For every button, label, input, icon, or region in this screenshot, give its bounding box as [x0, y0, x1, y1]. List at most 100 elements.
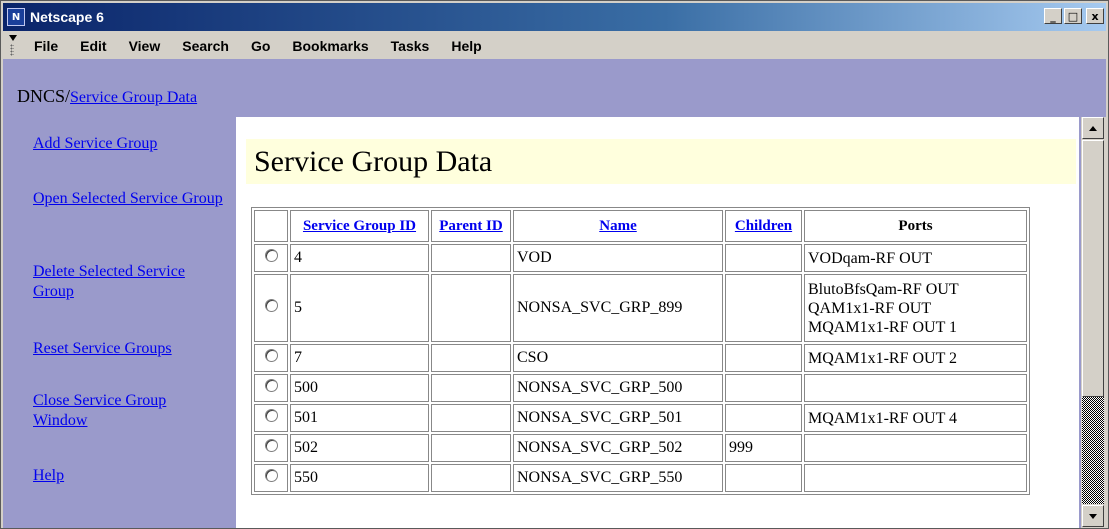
- menu-go[interactable]: Go: [251, 38, 270, 54]
- menu-bookmarks[interactable]: Bookmarks: [292, 38, 368, 54]
- row-select-cell: [254, 344, 288, 372]
- sort-children[interactable]: Children: [735, 218, 792, 234]
- table-row: 501 NONSA_SVC_GRP_501 MQAM1x1-RF OUT 4: [254, 404, 1027, 432]
- header-children: Children: [725, 210, 802, 242]
- menu-help[interactable]: Help: [451, 38, 481, 54]
- menu-edit[interactable]: Edit: [80, 38, 106, 54]
- sort-service-group-id[interactable]: Service Group ID: [303, 218, 416, 234]
- menu-view[interactable]: View: [129, 38, 161, 54]
- window-title: Netscape 6: [30, 9, 104, 25]
- menu-file[interactable]: File: [34, 38, 58, 54]
- port-entry: MQAM1x1-RF OUT 2: [808, 349, 958, 367]
- row-select-cell: [254, 244, 288, 272]
- parent-id-cell: [431, 404, 511, 432]
- minimize-button[interactable]: _: [1044, 8, 1062, 24]
- row-radio-button[interactable]: [264, 249, 278, 262]
- sort-parent-id[interactable]: Parent ID: [439, 218, 502, 234]
- close-button[interactable]: x: [1086, 8, 1104, 24]
- close-service-group-window-link[interactable]: Close Service Group Window: [33, 391, 223, 431]
- ports-cell: [804, 464, 1027, 492]
- row-radio-button[interactable]: [264, 469, 278, 482]
- maximize-button[interactable]: □: [1064, 8, 1082, 24]
- browser-window: N Netscape 6 _ □ x File Edit View Search…: [0, 0, 1109, 529]
- parent-id-cell: [431, 434, 511, 462]
- menu-tasks[interactable]: Tasks: [391, 38, 430, 54]
- table-row: 7 CSO MQAM1x1-RF OUT 2: [254, 344, 1027, 372]
- table-row: 500 NONSA_SVC_GRP_500: [254, 374, 1027, 402]
- row-radio-button[interactable]: [264, 349, 278, 362]
- service-group-id-cell: 502: [290, 434, 429, 462]
- ports-cell: [804, 434, 1027, 462]
- help-link[interactable]: Help: [33, 466, 223, 486]
- header-name: Name: [513, 210, 723, 242]
- children-cell: [725, 244, 802, 272]
- row-select-cell: [254, 404, 288, 432]
- row-select-cell: [254, 274, 288, 342]
- table-row: 502 NONSA_SVC_GRP_502 999: [254, 434, 1027, 462]
- service-group-id-cell: 7: [290, 344, 429, 372]
- table-row: 5 NONSA_SVC_GRP_899 BlutoBfsQam-RF OUT QAM1…: [254, 274, 1027, 342]
- header-ports: Ports: [804, 210, 1027, 242]
- name-cell: NONSA_SVC_GRP_550: [513, 464, 723, 492]
- row-select-cell: [254, 374, 288, 402]
- scroll-down-arrow-icon[interactable]: [1082, 505, 1104, 527]
- name-cell: NONSA_SVC_GRP_500: [513, 374, 723, 402]
- port-entry: QAM1x1-RF OUT: [808, 299, 932, 317]
- delete-selected-service-group-link[interactable]: Delete Selected Service Group: [33, 262, 223, 302]
- row-select-cell: [254, 434, 288, 462]
- children-cell: 999: [725, 434, 802, 462]
- name-cell: VOD: [513, 244, 723, 272]
- table-header-row: Service Group ID Parent ID Name Children…: [254, 210, 1027, 242]
- parent-id-cell: [431, 244, 511, 272]
- breadcrumb-link[interactable]: Service Group Data: [70, 89, 197, 106]
- parent-id-cell: [431, 344, 511, 372]
- main-frame: Service Group Data Service Group ID Pare…: [236, 117, 1079, 528]
- row-radio-button[interactable]: [264, 299, 278, 312]
- page-title: Service Group Data: [246, 139, 1076, 184]
- children-cell: [725, 464, 802, 492]
- title-bar: N Netscape 6 _ □ x: [3, 3, 1106, 31]
- header-service-group-id: Service Group ID: [290, 210, 429, 242]
- children-cell: [725, 404, 802, 432]
- toolbar-grip-icon[interactable]: [9, 34, 17, 57]
- ports-cell: MQAM1x1-RF OUT 2: [804, 344, 1027, 372]
- service-group-table: Service Group ID Parent ID Name Children…: [251, 207, 1030, 495]
- sort-name[interactable]: Name: [599, 218, 637, 234]
- scroll-up-arrow-icon[interactable]: [1082, 117, 1104, 139]
- service-group-id-cell: 5: [290, 274, 429, 342]
- breadcrumb: DNCS/Service Group Data: [17, 86, 197, 110]
- name-cell: NONSA_SVC_GRP_899: [513, 274, 723, 342]
- table-row: 550 NONSA_SVC_GRP_550: [254, 464, 1027, 492]
- ports-cell: [804, 374, 1027, 402]
- add-service-group-link[interactable]: Add Service Group: [33, 134, 223, 154]
- ports-cell: BlutoBfsQam-RF OUT QAM1x1-RF OUT MQAM1x1-R…: [804, 274, 1027, 342]
- select-column-header: [254, 210, 288, 242]
- port-entry: MQAM1x1-RF OUT 4: [808, 409, 958, 427]
- menu-search[interactable]: Search: [182, 38, 229, 54]
- header-parent-id: Parent ID: [431, 210, 511, 242]
- service-group-id-cell: 550: [290, 464, 429, 492]
- vertical-scrollbar[interactable]: [1081, 117, 1106, 528]
- row-radio-button[interactable]: [264, 439, 278, 452]
- scrollbar-thumb[interactable]: [1082, 140, 1104, 397]
- children-cell: [725, 374, 802, 402]
- table-row: 4 VOD VODqam-RF OUT: [254, 244, 1027, 272]
- reset-service-groups-link[interactable]: Reset Service Groups: [33, 339, 223, 359]
- breadcrumb-root: DNCS: [17, 86, 66, 106]
- menu-bar: File Edit View Search Go Bookmarks Tasks…: [3, 32, 1106, 59]
- ports-cell: VODqam-RF OUT: [804, 244, 1027, 272]
- port-entry: BlutoBfsQam-RF OUT: [808, 280, 959, 298]
- open-selected-service-group-link[interactable]: Open Selected Service Group: [33, 189, 223, 209]
- name-cell: NONSA_SVC_GRP_502: [513, 434, 723, 462]
- parent-id-cell: [431, 274, 511, 342]
- name-cell: CSO: [513, 344, 723, 372]
- scrollbar-track[interactable]: [1082, 397, 1104, 504]
- netscape-icon: N: [7, 8, 25, 26]
- row-select-cell: [254, 464, 288, 492]
- row-radio-button[interactable]: [264, 379, 278, 392]
- row-radio-button[interactable]: [264, 409, 278, 422]
- ports-cell: MQAM1x1-RF OUT 4: [804, 404, 1027, 432]
- service-group-id-cell: 500: [290, 374, 429, 402]
- children-cell: [725, 344, 802, 372]
- name-cell: NONSA_SVC_GRP_501: [513, 404, 723, 432]
